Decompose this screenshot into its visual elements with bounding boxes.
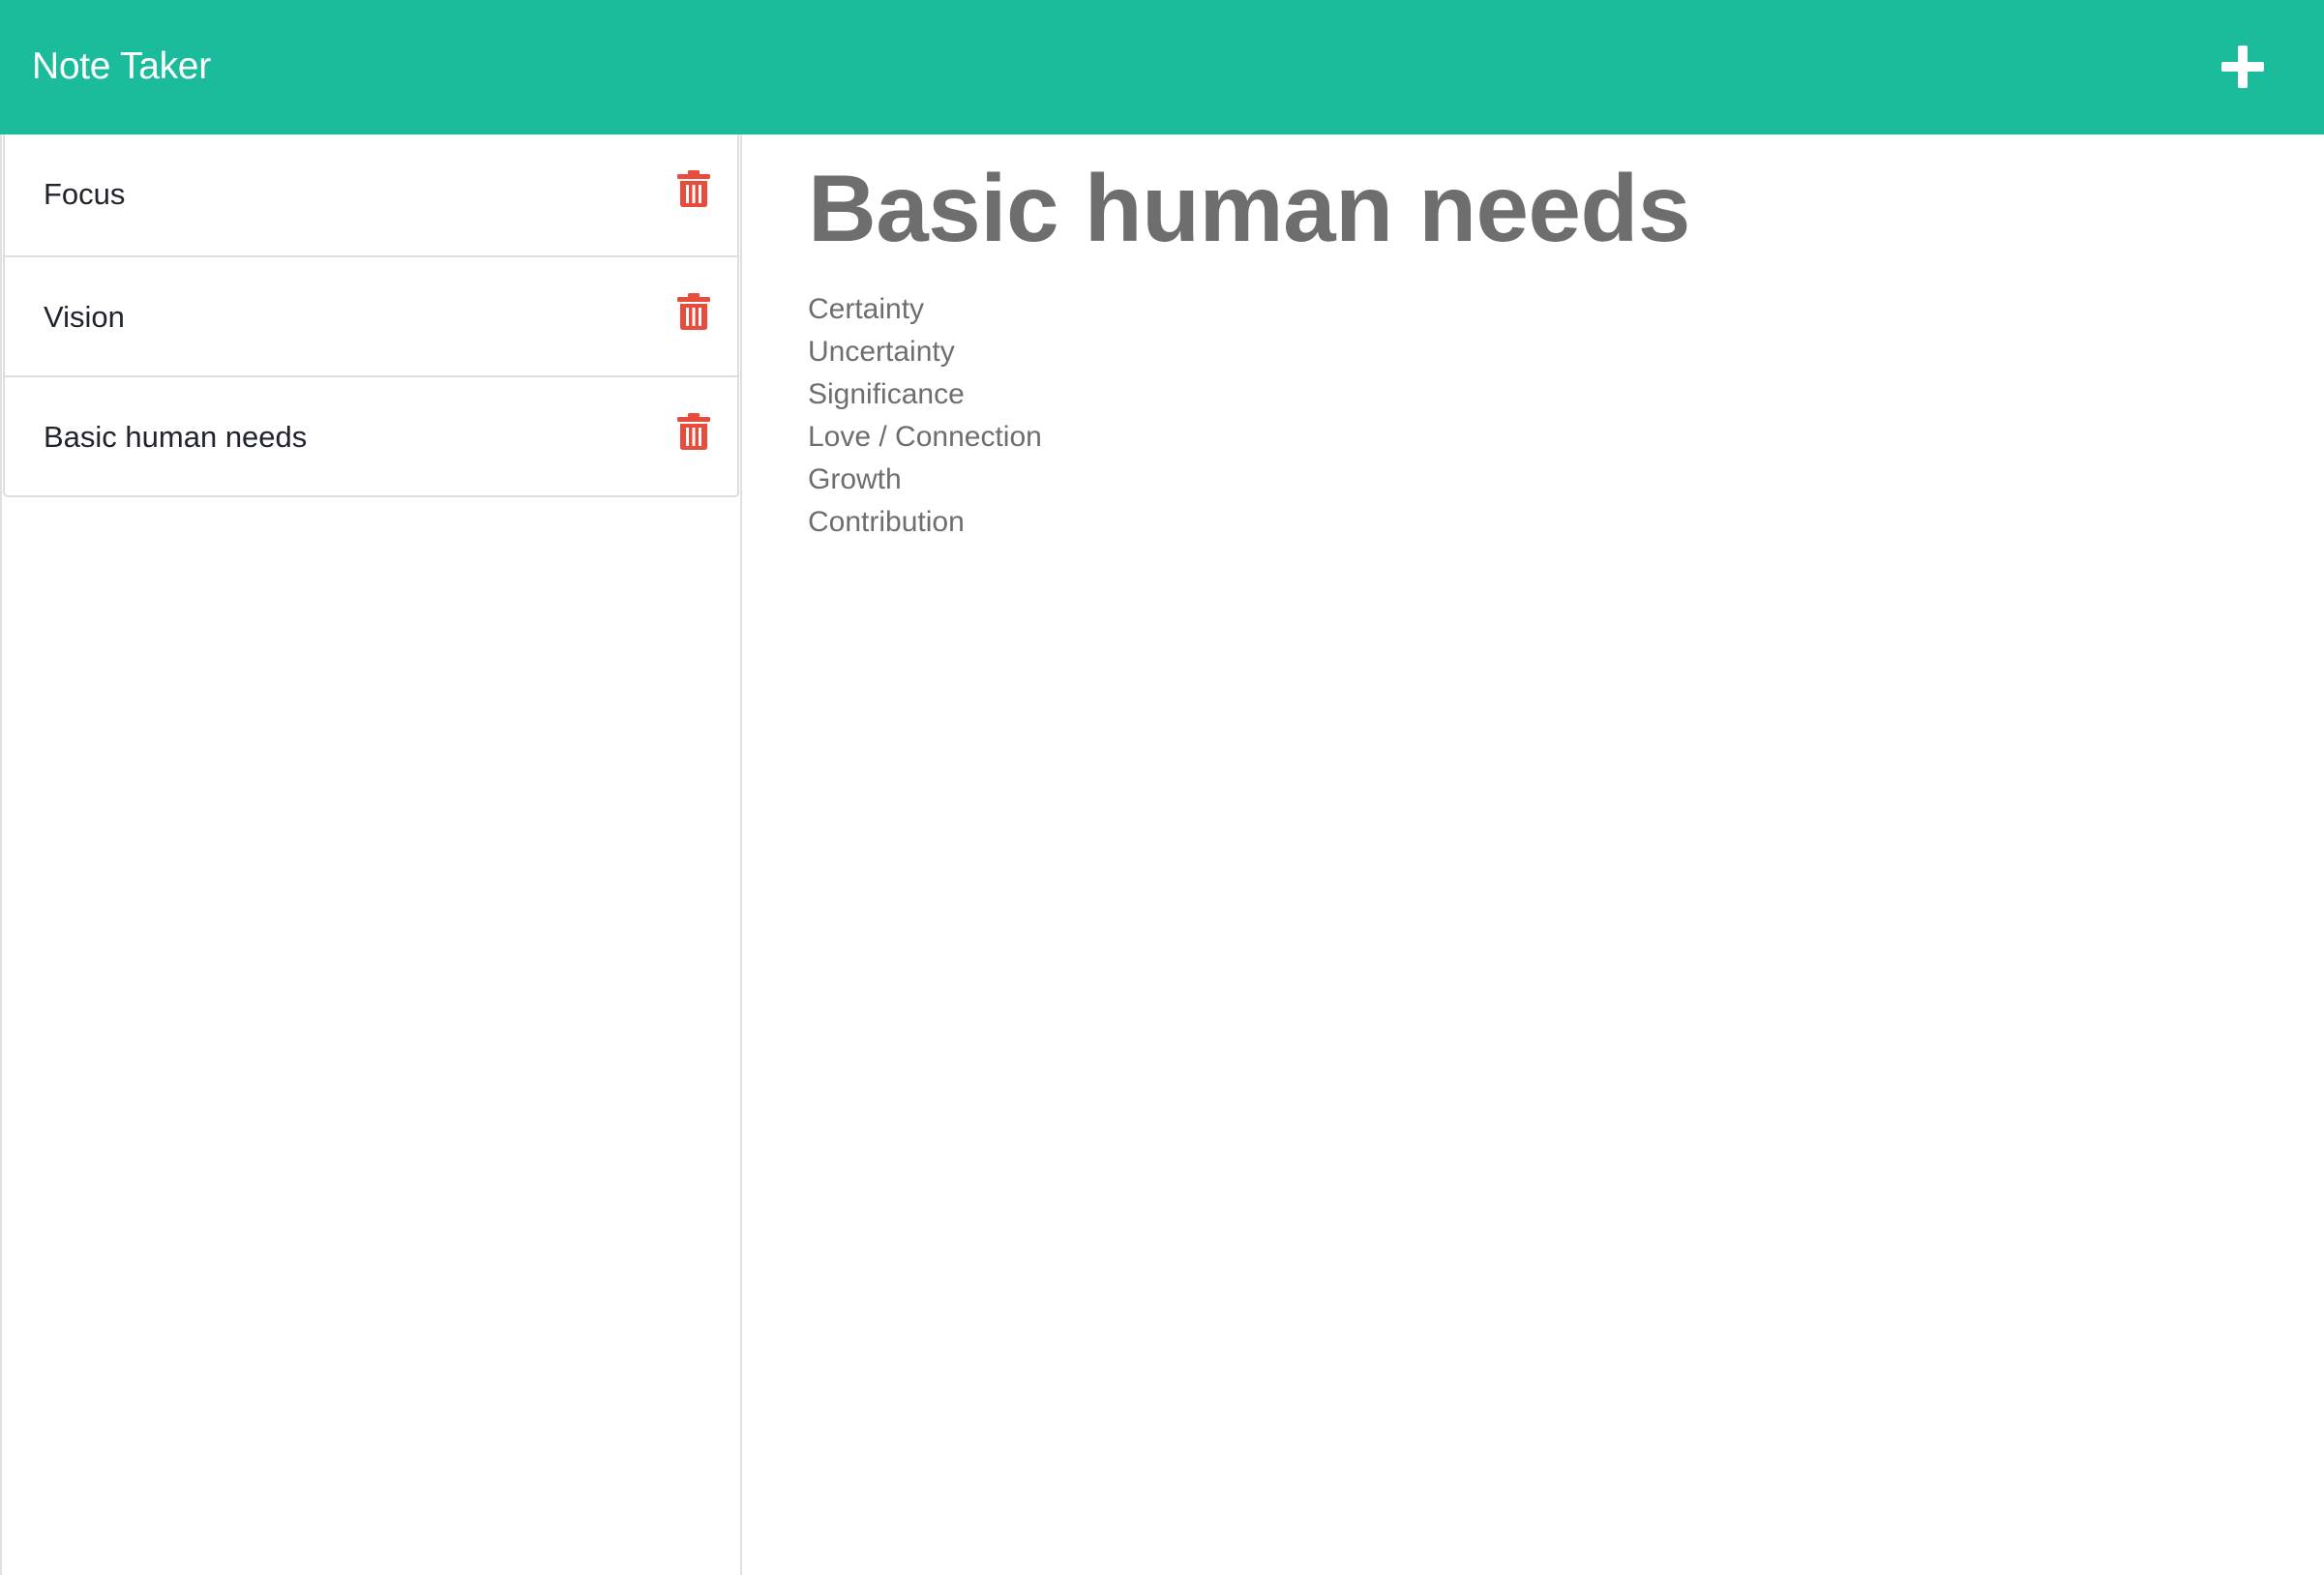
note-text-field[interactable]: Certainty Uncertainty Significance Love … <box>808 288 2279 544</box>
note-text-line: Contribution <box>808 506 965 538</box>
note-list-item-vision[interactable]: Vision <box>5 255 737 375</box>
delete-note-button[interactable] <box>676 169 711 208</box>
plus-icon <box>2221 45 2264 88</box>
new-note-button[interactable] <box>2219 43 2267 91</box>
app-brand[interactable]: Note Taker <box>32 43 211 91</box>
delete-note-button[interactable] <box>676 292 711 331</box>
note-list-item-title: Basic human needs <box>44 420 308 454</box>
note-title-field[interactable]: Basic human needs <box>808 145 2279 271</box>
navbar: Note Taker <box>0 0 2324 134</box>
note-text-line: Uncertainty <box>808 336 955 368</box>
note-text-line: Certainty <box>808 293 925 325</box>
note-text-line: Growth <box>808 463 902 495</box>
note-text-line: Significance <box>808 378 965 410</box>
trash-icon <box>677 293 710 330</box>
note-list-item-title: Focus <box>44 177 126 211</box>
note-list-item-basic-human-needs[interactable]: Basic human needs <box>5 375 737 495</box>
trash-icon <box>677 413 710 450</box>
note-list-item-title: Vision <box>44 300 125 334</box>
note-editor: Basic human needs Certainty Uncertainty … <box>808 145 2279 544</box>
note-sidebar: Focus Vision Basic human needs <box>0 134 742 1575</box>
delete-note-button[interactable] <box>676 412 711 451</box>
trash-icon <box>677 170 710 207</box>
note-list: Focus Vision Basic human needs <box>3 134 739 497</box>
note-text-line: Love / Connection <box>808 421 1042 453</box>
note-list-item-focus[interactable]: Focus <box>5 134 737 255</box>
